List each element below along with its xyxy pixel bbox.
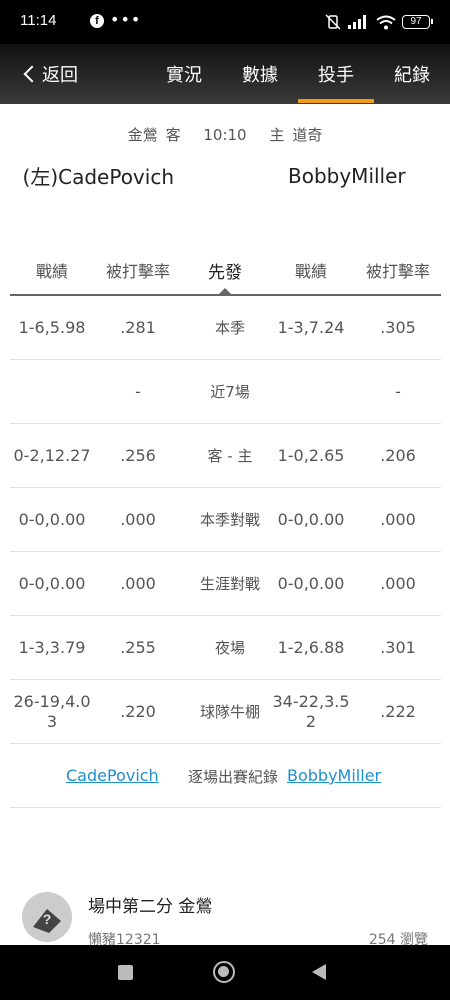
header-home-record: 戰績 — [294, 262, 327, 281]
away-avg: .281 — [120, 318, 156, 337]
tab-records[interactable]: 紀錄 — [394, 61, 430, 87]
away-record: 0-2,12.27 — [13, 446, 91, 465]
home-record: 1-2,6.88 — [277, 638, 345, 657]
home-record: 1-3,7.24 — [277, 318, 345, 337]
home-record: 0-0,0.00 — [277, 510, 345, 529]
home-avg: - — [395, 382, 401, 401]
tab-live[interactable]: 實況 — [166, 61, 202, 87]
home-pitcher-log-link[interactable]: BobbyMiller — [287, 766, 381, 785]
home-record: 34-22,3.52 — [272, 692, 350, 731]
home-avg: .305 — [380, 318, 416, 337]
home-avg: .222 — [380, 702, 416, 721]
home-record: 0-0,0.00 — [277, 574, 345, 593]
recent-apps-icon[interactable] — [118, 965, 133, 980]
away-record: 26-19,4.03 — [13, 692, 91, 731]
battery-level: 97 — [410, 16, 422, 27]
active-tab-indicator — [298, 99, 374, 103]
away-avg: .255 — [120, 638, 156, 657]
away-record — [10, 360, 94, 424]
home-avg: .000 — [380, 510, 416, 529]
system-nav-bar — [0, 945, 450, 1000]
away-record: 1-6,5.98 — [18, 318, 86, 337]
table-row: 1-3,3.79 .255 夜場 1-2,6.88 .301 — [10, 616, 441, 680]
table-row: - 近7場 - — [10, 360, 441, 424]
table-row: 0-0,0.00 .000 生涯對戰 0-0,0.00 .000 — [10, 552, 441, 616]
game-time: 10:10 — [203, 126, 247, 144]
table-row: 26-19,4.03 .220 球隊牛棚 34-22,3.52 .222 — [10, 680, 441, 744]
home-record: 1-0,2.65 — [277, 446, 345, 465]
back-label: 返回 — [42, 65, 78, 86]
away-record: 1-3,3.79 — [18, 638, 86, 657]
facebook-icon: f — [90, 14, 104, 28]
svg-text:?: ? — [43, 911, 52, 927]
home-avg: .301 — [380, 638, 416, 657]
status-bar: 11:14 f ••• 97 — [0, 0, 450, 44]
away-avg: .220 — [120, 702, 156, 721]
top-nav-header: 返回 實況 數據 投手 紀錄 — [0, 44, 450, 104]
unknown-user-icon: ? — [33, 909, 61, 933]
header-starter[interactable]: 先發 — [174, 258, 276, 283]
home-avg: .000 — [380, 574, 416, 593]
home-avg: .206 — [380, 446, 416, 465]
game-log-label: 逐場出賽紀錄 — [188, 768, 279, 786]
header-home-avg: 被打擊率 — [365, 262, 430, 281]
away-avg: - — [135, 382, 141, 401]
table-row: 0-2,12.27 .256 客 - 主 1-0,2.65 .206 — [10, 424, 441, 488]
away-team: 金鶯 — [127, 126, 158, 144]
back-triangle-icon[interactable] — [312, 964, 326, 980]
wifi-icon — [376, 15, 396, 29]
away-avg: .000 — [120, 510, 156, 529]
away-tag: 客 — [165, 126, 181, 144]
post-title[interactable]: 場中第二分 金鶯 — [88, 892, 212, 917]
away-avg: .256 — [120, 446, 156, 465]
home-starting-pitcher: BobbyMiller — [288, 164, 406, 188]
table-row: 0-0,0.00 .000 本季對戰 0-0,0.00 .000 — [10, 488, 441, 552]
away-record: 0-0,0.00 — [18, 510, 86, 529]
away-starting-pitcher: (左)CadePovich — [22, 165, 174, 189]
home-tag: 主 — [269, 126, 285, 144]
home-record — [270, 360, 352, 424]
signal-icon — [348, 15, 366, 29]
home-icon[interactable] — [213, 961, 235, 983]
tab-pitchers[interactable]: 投手 — [318, 61, 354, 87]
away-pitcher-log-link[interactable]: CadePovich — [66, 766, 159, 785]
back-button[interactable]: 返回 — [22, 61, 78, 87]
avatar[interactable]: ? — [22, 892, 72, 942]
status-icons: 97 — [324, 12, 433, 32]
mute-vibrate-icon — [325, 14, 341, 30]
away-record: 0-0,0.00 — [18, 574, 86, 593]
game-info: 金鶯客 10:10 主道奇 — [0, 124, 450, 145]
status-time: 11:14 — [20, 12, 57, 29]
chevron-left-icon — [23, 65, 41, 83]
table-row: 1-6,5.98 .281 本季 1-3,7.24 .305 — [10, 296, 441, 360]
header-away-record: 戰績 — [35, 262, 68, 281]
home-team: 道奇 — [292, 126, 323, 144]
battery-icon: 97 — [402, 15, 433, 29]
header-away-avg: 被打擊率 — [105, 262, 170, 281]
tab-stats[interactable]: 數據 — [242, 61, 278, 87]
away-avg: .000 — [120, 574, 156, 593]
game-log-links: CadePovich 逐場出賽紀錄 BobbyMiller — [10, 744, 441, 808]
more-notifications-icon: ••• — [110, 10, 142, 29]
